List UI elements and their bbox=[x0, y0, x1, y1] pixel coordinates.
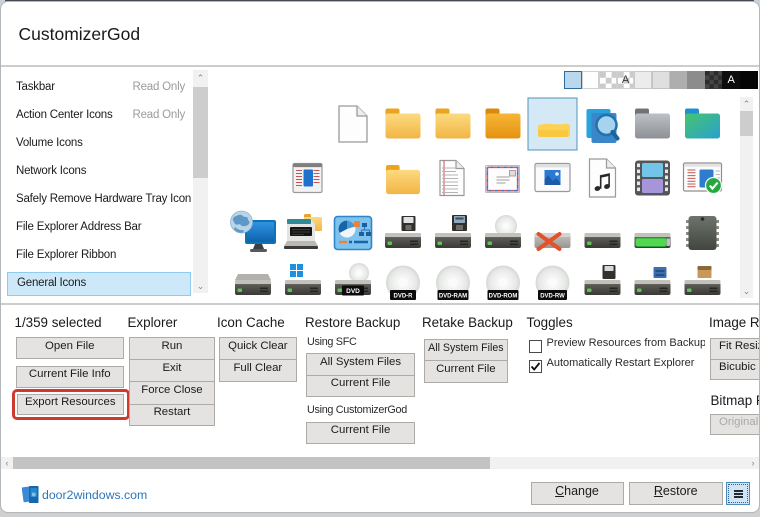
svg-text:DVD-ROM: DVD-ROM bbox=[489, 293, 518, 299]
svg-text:DVD-RW: DVD-RW bbox=[540, 293, 565, 299]
svg-text:DVD: DVD bbox=[346, 288, 360, 295]
svg-text:DVD-RAM: DVD-RAM bbox=[439, 293, 467, 299]
svg-text:DVD-R: DVD-R bbox=[394, 293, 414, 299]
